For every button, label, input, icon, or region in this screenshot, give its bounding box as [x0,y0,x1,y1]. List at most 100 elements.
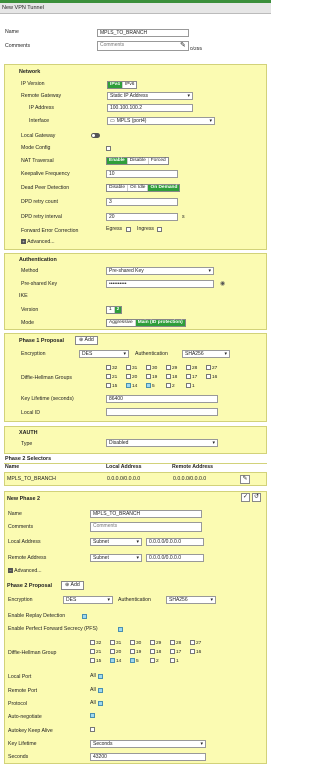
nat-disable-option[interactable]: Disable [128,158,149,164]
p1-dh-option[interactable]: 21 [106,374,117,381]
p1-dh-option[interactable]: 15 [106,383,117,390]
nat-forced-option[interactable]: Forced [149,158,168,164]
local-port-all-checkbox[interactable] [98,674,103,679]
p2-dh-checkbox[interactable] [150,658,155,663]
ipv4-option[interactable]: IPv4 [108,82,123,88]
p1-dh-option[interactable]: 29 [166,365,177,372]
p1-dh-option[interactable]: 30 [146,365,157,372]
p2-dh-checkbox[interactable] [190,649,195,654]
p1-dh-option[interactable]: 18 [166,374,177,381]
p2-dh-option[interactable]: 18 [150,649,161,656]
p1-dh-checkbox[interactable] [106,383,111,388]
p2-dh-checkbox[interactable] [150,640,155,645]
p2-dh-checkbox[interactable] [170,640,175,645]
p2-name-input[interactable]: MPLS_TO_BRANCH [90,510,202,518]
p1-dh-checkbox[interactable] [186,383,191,388]
p1-dh-option[interactable]: 14 [126,383,137,390]
p2-dh-checkbox[interactable] [170,658,175,663]
p2sel-row[interactable]: MPLS_TO_BRANCH 0.0.0.0/0.0.0.0 0.0.0.0/0… [4,472,267,486]
p1-dh-option[interactable]: 1 [186,383,195,390]
p1-dh-option[interactable]: 17 [186,374,197,381]
p1-dh-checkbox[interactable] [106,365,111,370]
p2-remote-input[interactable]: 0.0.0.0/0.0.0.0 [146,554,204,562]
p2-dh-option[interactable]: 31 [110,640,121,647]
p2-authentication-select[interactable]: SHA256 ▾ [166,596,216,604]
p2-dh-option[interactable]: 27 [190,640,201,647]
mode-config-checkbox[interactable] [106,146,111,151]
p1-dh-option[interactable]: 31 [126,365,137,372]
p2-dh-checkbox[interactable] [150,649,155,654]
p1-dh-checkbox[interactable] [126,374,131,379]
p2-local-type-select[interactable]: Subnet ▾ [90,538,142,546]
p2-dh-option[interactable]: 20 [110,649,121,656]
p2-dh-option[interactable]: 16 [190,649,201,656]
dpd-ondemand-option[interactable]: On Demand [148,185,180,191]
p1-dh-checkbox[interactable] [146,383,151,388]
ip-address-input[interactable]: 100.100.100.2 [107,104,193,112]
p1-key-lifetime-input[interactable]: 86400 [106,395,218,403]
p2-dh-option[interactable]: 2 [150,658,159,665]
nat-enable-option[interactable]: Enable [107,158,128,164]
p1-dh-checkbox[interactable] [106,374,111,379]
dpd-disable-option[interactable]: Disable [107,185,128,191]
p2-comments-input[interactable]: Comments [90,522,202,532]
p2-dh-option[interactable]: 32 [90,640,101,647]
eye-icon[interactable]: ◉ [220,280,225,287]
p1-dh-checkbox[interactable] [146,374,151,379]
p2-undo-button[interactable]: ↺ [252,493,261,502]
p2-dh-checkbox[interactable] [170,649,175,654]
interface-select[interactable]: ▭ MPLS (port4) ▾ [107,117,215,125]
comments-input[interactable]: Comments [97,41,189,51]
psk-input[interactable]: •••••••••• [106,280,214,288]
autoneg-checkbox[interactable] [90,713,95,718]
p2-dh-checkbox[interactable] [110,658,115,663]
p2-confirm-button[interactable]: ✓ [241,493,250,502]
p1-dh-option[interactable]: 27 [206,365,217,372]
p1-dh-checkbox[interactable] [166,374,171,379]
dpd-retry-count-input[interactable]: 3 [106,198,178,206]
p1-dh-option[interactable]: 20 [126,374,137,381]
p1-dh-option[interactable]: 28 [186,365,197,372]
p2-dh-checkbox[interactable] [130,658,135,663]
p1-dh-checkbox[interactable] [166,383,171,388]
p2-dh-checkbox[interactable] [130,640,135,645]
p2-seconds-input[interactable]: 43200 [90,753,206,761]
fec-egress-checkbox[interactable] [126,227,131,232]
remote-gateway-select[interactable]: Static IP Address ▾ [107,92,193,100]
p2-dh-option[interactable]: 28 [170,640,181,647]
p2-remote-type-select[interactable]: Subnet ▾ [90,554,142,562]
p2-dh-checkbox[interactable] [90,658,95,663]
p2-dh-option[interactable]: 19 [130,649,141,656]
p1-encryption-select[interactable]: DES ▾ [79,350,129,358]
p1-dh-checkbox[interactable] [146,365,151,370]
p2sel-edit-button[interactable]: ✎ [240,475,250,484]
p1-dh-option[interactable]: 2 [166,383,175,390]
p1-dh-option[interactable]: 5 [146,383,155,390]
p1-dh-checkbox[interactable] [126,383,131,388]
aggressive-option[interactable]: Aggressive [107,320,136,326]
p1-dh-checkbox[interactable] [206,365,211,370]
p1-dh-checkbox[interactable] [166,365,171,370]
p1-authentication-select[interactable]: SHA256 ▾ [182,350,230,358]
p2-dh-option[interactable]: 15 [90,658,101,665]
method-select[interactable]: Pre-shared Key ▾ [106,267,214,275]
p2-dh-checkbox[interactable] [130,649,135,654]
p2-advanced-toggle[interactable]: − Advanced... [8,568,42,574]
local-gateway-toggle[interactable] [91,133,100,138]
main-option[interactable]: Main (ID protection) [135,320,185,326]
p1-dh-checkbox[interactable] [206,374,211,379]
p2-dh-option[interactable]: 5 [130,658,139,665]
p2-dh-checkbox[interactable] [90,640,95,645]
local-id-input[interactable] [106,408,218,416]
dpd-toggle[interactable]: Disable On Idle On Demand [106,184,181,192]
nat-traversal-toggle[interactable]: Enable Disable Forced [106,157,169,165]
p2-dh-option[interactable]: 17 [170,649,181,656]
phase1-add-button[interactable]: ⊕ Add [75,336,98,345]
dpd-onidle-option[interactable]: On Idle [128,185,149,191]
p2-add-button[interactable]: ⊕ Add [61,581,84,590]
name-input[interactable]: MPLS_TO_BRANCH [97,29,189,37]
p2-dh-checkbox[interactable] [110,640,115,645]
mode-toggle[interactable]: Aggressive Main (ID protection) [106,319,186,327]
fec-ingress-checkbox[interactable] [157,227,162,232]
pfs-checkbox[interactable] [118,627,123,632]
